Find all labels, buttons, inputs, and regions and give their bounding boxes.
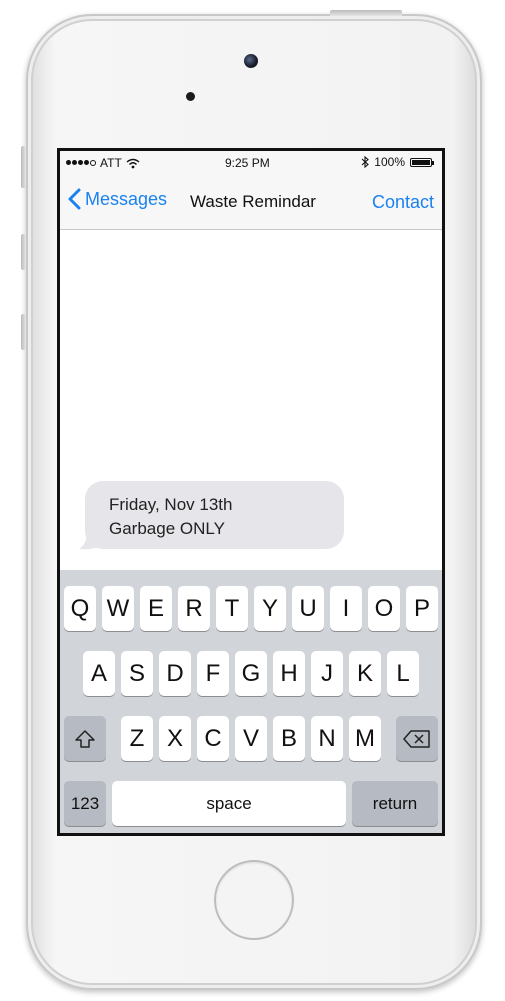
carrier-label: ATT (100, 156, 122, 170)
return-key[interactable]: return (352, 781, 438, 826)
key-h[interactable]: H (273, 651, 305, 696)
volume-up-button (21, 234, 26, 270)
key-e[interactable]: E (140, 586, 172, 631)
signal-icon (66, 160, 96, 166)
key-o[interactable]: O (368, 586, 400, 631)
shift-key[interactable] (64, 716, 106, 761)
key-z[interactable]: Z (121, 716, 153, 761)
key-y[interactable]: Y (254, 586, 286, 631)
bluetooth-icon (361, 156, 370, 168)
status-bar: ATT 9:25 PM 100% (60, 151, 442, 175)
key-g[interactable]: G (235, 651, 267, 696)
key-t[interactable]: T (216, 586, 248, 631)
key-c[interactable]: C (197, 716, 229, 761)
screen-content: ATT 9:25 PM 100% Messages Waste Remindar… (60, 151, 442, 833)
key-p[interactable]: P (406, 586, 438, 631)
wifi-icon (126, 158, 140, 168)
key-n[interactable]: N (311, 716, 343, 761)
numbers-key[interactable]: 123 (64, 781, 106, 826)
key-i[interactable]: I (330, 586, 362, 631)
status-left: ATT (66, 156, 140, 170)
space-key[interactable]: space (112, 781, 346, 826)
key-d[interactable]: D (159, 651, 191, 696)
home-button[interactable] (214, 860, 294, 940)
key-l[interactable]: L (387, 651, 419, 696)
key-r[interactable]: R (178, 586, 210, 631)
key-j[interactable]: J (311, 651, 343, 696)
delete-key[interactable] (396, 716, 438, 761)
proximity-sensor (186, 92, 195, 101)
back-button[interactable]: Messages (68, 188, 167, 210)
key-a[interactable]: A (83, 651, 115, 696)
shift-icon (75, 729, 95, 748)
conversation-title: Waste Remindar (190, 192, 316, 211)
contact-button[interactable]: Contact (372, 192, 434, 213)
status-time: 9:25 PM (225, 156, 270, 170)
keyboard: Q W E R T Y U I O P A S D F G H J K L Z … (60, 570, 442, 833)
sleep-button (330, 10, 402, 16)
key-u[interactable]: U (292, 586, 324, 631)
mute-switch (21, 146, 26, 188)
front-camera (244, 54, 258, 68)
chevron-left-icon (68, 188, 81, 210)
battery-icon (410, 157, 434, 167)
message-line-2: Garbage ONLY (109, 519, 225, 538)
delete-icon (403, 729, 430, 748)
battery-percent: 100% (374, 155, 405, 169)
key-m[interactable]: M (349, 716, 381, 761)
key-q[interactable]: Q (64, 586, 96, 631)
screen: ATT 9:25 PM 100% Messages Waste Remindar… (57, 148, 445, 836)
received-message-bubble: Friday, Nov 13th Garbage ONLY (85, 481, 344, 549)
key-v[interactable]: V (235, 716, 267, 761)
status-right: 100% (361, 155, 434, 169)
message-thread: Friday, Nov 13th Garbage ONLY (60, 230, 442, 570)
key-x[interactable]: X (159, 716, 191, 761)
key-s[interactable]: S (121, 651, 153, 696)
key-w[interactable]: W (102, 586, 134, 631)
key-k[interactable]: K (349, 651, 381, 696)
navigation-bar: Messages Waste Remindar Contact (60, 175, 442, 230)
key-f[interactable]: F (197, 651, 229, 696)
key-b[interactable]: B (273, 716, 305, 761)
back-label: Messages (85, 188, 168, 209)
volume-down-button (21, 314, 26, 350)
message-line-1: Friday, Nov 13th (109, 495, 233, 514)
